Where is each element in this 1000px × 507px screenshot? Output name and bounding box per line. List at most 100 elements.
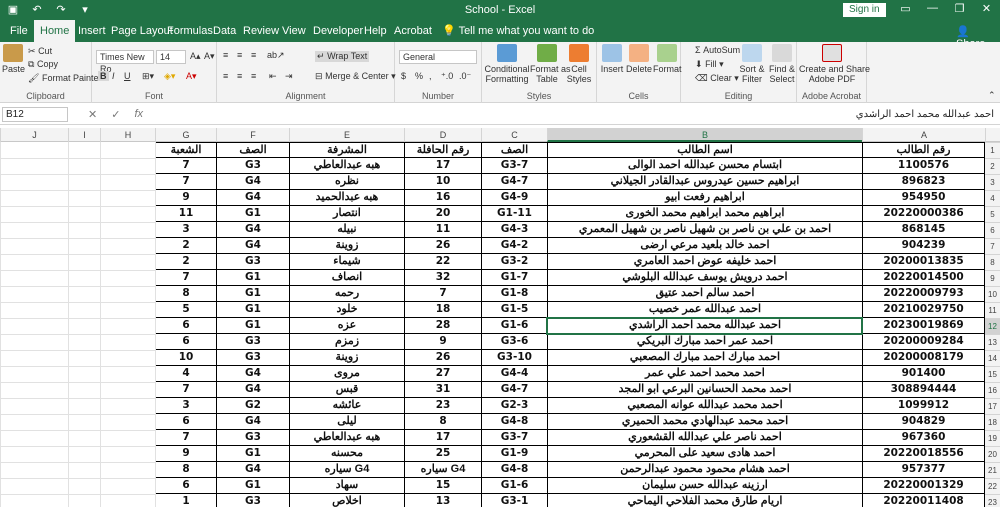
bold-button[interactable]: B [98, 71, 109, 81]
table-cell[interactable]: احمد محمد احمد علي عمر [547, 366, 862, 382]
cut-button[interactable]: ✂ Cut [28, 46, 52, 57]
table-cell[interactable]: احمد محمد الحسانين البرعي ابو المجد [547, 382, 862, 398]
tab-home[interactable]: Home [34, 20, 76, 42]
row-header-9[interactable]: 9 [985, 270, 1000, 286]
delete-button[interactable]: Delete [625, 44, 653, 74]
format-button[interactable]: Format [653, 44, 682, 74]
table-cell[interactable]: 904829 [862, 414, 985, 430]
select-all-corner[interactable] [985, 128, 1000, 142]
percent-button[interactable]: % [415, 71, 423, 81]
table-cell[interactable]: 2 [155, 254, 216, 270]
table-cell[interactable]: 32 [404, 270, 481, 286]
table-cell[interactable]: احمد عبدالله محمد احمد الراشدي [547, 318, 862, 334]
table-cell[interactable]: G3-7 [481, 158, 547, 174]
table-cell[interactable]: احمد بن علي بن ناصر بن شهيل ناصر بن شهيل… [547, 222, 862, 238]
decrease-indent-icon[interactable]: ⇤ [269, 71, 277, 82]
number-format-select[interactable]: General [399, 50, 477, 64]
table-cell[interactable]: 904239 [862, 238, 985, 254]
table-cell[interactable]: G1-7 [481, 270, 547, 286]
table-cell[interactable]: 901400 [862, 366, 985, 382]
table-cell[interactable]: نظره [289, 174, 404, 190]
table-cell[interactable]: اخلاص [289, 494, 404, 507]
fill-color-icon[interactable]: ◈▾ [164, 71, 175, 82]
table-cell[interactable]: قبس [289, 382, 404, 398]
header-cell[interactable]: رقم الطالب [862, 142, 985, 158]
insert-button[interactable]: Insert [599, 44, 625, 74]
table-cell[interactable]: 1 [155, 494, 216, 507]
table-cell[interactable]: G4 [216, 414, 289, 430]
spreadsheet-grid[interactable]: ABCDEFGHIJ 1 2 3 4 5 6 7 8 9 10 11 12 13 14 15 16 17 18 19… [0, 128, 1000, 507]
table-cell[interactable]: نبيله [289, 222, 404, 238]
column-header-c[interactable]: C [481, 128, 547, 142]
table-cell[interactable]: G4 [216, 462, 289, 478]
row-header-3[interactable]: 3 [985, 174, 1000, 190]
table-cell[interactable]: 5 [155, 302, 216, 318]
table-cell[interactable]: 20210029750 [862, 302, 985, 318]
table-cell[interactable]: زمزم [289, 334, 404, 350]
table-cell[interactable]: G1 [216, 270, 289, 286]
table-cell[interactable]: G3 [216, 430, 289, 446]
table-cell[interactable]: ابراهيم حسين عيدروس عبدالقادر الجيلاني [547, 174, 862, 190]
table-cell[interactable]: 3 [155, 222, 216, 238]
align-middle-icon[interactable]: ≡ [237, 50, 242, 60]
table-cell[interactable]: G4-7 [481, 382, 547, 398]
table-cell[interactable]: احمد خليفه عوض احمد العامري [547, 254, 862, 270]
table-cell[interactable]: 4 [155, 366, 216, 382]
table-cell[interactable]: 7 [155, 382, 216, 398]
table-cell[interactable]: 20 [404, 206, 481, 222]
table-cell[interactable]: 1100576 [862, 158, 985, 174]
table-cell[interactable]: اريام طارق محمد الفلاحي اليماحي [547, 494, 862, 507]
table-cell[interactable]: G1 [216, 206, 289, 222]
table-cell[interactable]: 8 [404, 414, 481, 430]
row-header-10[interactable]: 10 [985, 286, 1000, 302]
table-cell[interactable]: G3-7 [481, 430, 547, 446]
font-color-icon[interactable]: A▾ [186, 71, 197, 82]
table-cell[interactable]: 6 [155, 414, 216, 430]
table-cell[interactable]: 22 [404, 254, 481, 270]
font-size-select[interactable]: 14 [156, 50, 186, 64]
row-header-12[interactable]: 12 [985, 318, 1000, 334]
row-header-15[interactable]: 15 [985, 366, 1000, 382]
table-cell[interactable]: G1-11 [481, 206, 547, 222]
create-pdf-button[interactable]: Create and Share Adobe PDF [799, 44, 870, 84]
header-cell[interactable]: الصف [481, 142, 547, 158]
row-header-23[interactable]: 23 [985, 494, 1000, 507]
font-name-select[interactable]: Times New Ro [96, 50, 154, 74]
comma-button[interactable]: , [429, 71, 432, 81]
header-cell[interactable]: اسم الطالب [547, 142, 862, 158]
table-cell[interactable]: عزه [289, 318, 404, 334]
table-cell[interactable]: 20200009284 [862, 334, 985, 350]
table-cell[interactable]: 6 [155, 318, 216, 334]
row-header-6[interactable]: 6 [985, 222, 1000, 238]
header-cell[interactable]: المشرفة [289, 142, 404, 158]
shrink-font-icon[interactable]: A▾ [204, 51, 215, 62]
table-cell[interactable]: احمد هشام محمود محمود عبدالرحمن [547, 462, 862, 478]
header-cell[interactable]: رقم الحافلة [404, 142, 481, 158]
sign-in-button[interactable]: Sign in [843, 3, 886, 17]
table-cell[interactable]: 23 [404, 398, 481, 414]
formula-input[interactable]: احمد عبدالله محمد احمد الراشدي [158, 107, 998, 122]
table-cell[interactable]: G1 [216, 478, 289, 494]
table-cell[interactable]: 7 [155, 158, 216, 174]
table-cell[interactable]: 308894444 [862, 382, 985, 398]
table-cell[interactable]: 954950 [862, 190, 985, 206]
table-cell[interactable]: مروى [289, 366, 404, 382]
find-select-button[interactable]: Find & Select [767, 44, 797, 84]
format-as-table-button[interactable]: Format as Table [530, 44, 571, 84]
table-cell[interactable]: ليلى [289, 414, 404, 430]
close-icon[interactable]: ✕ [973, 2, 1000, 15]
table-cell[interactable]: 20220011408 [862, 494, 985, 507]
align-center-icon[interactable]: ≡ [237, 71, 242, 81]
wrap-text-button[interactable]: ↵ Wrap Text [315, 51, 370, 62]
table-cell[interactable]: احمد هادى سعيد على المحرمي [547, 446, 862, 462]
copy-button[interactable]: ⧉ Copy [28, 59, 58, 70]
align-top-icon[interactable]: ≡ [223, 50, 228, 60]
table-cell[interactable]: هبه عبدالعاطي [289, 158, 404, 174]
table-cell[interactable]: 20220014500 [862, 270, 985, 286]
table-cell[interactable]: 28 [404, 318, 481, 334]
table-cell[interactable]: G4 [216, 174, 289, 190]
table-cell[interactable]: احمد عمر احمد مبارك البريكي [547, 334, 862, 350]
table-cell[interactable]: 2 [155, 238, 216, 254]
table-cell[interactable]: احمد عبدالله عمر خصيب [547, 302, 862, 318]
table-cell[interactable]: G3-6 [481, 334, 547, 350]
